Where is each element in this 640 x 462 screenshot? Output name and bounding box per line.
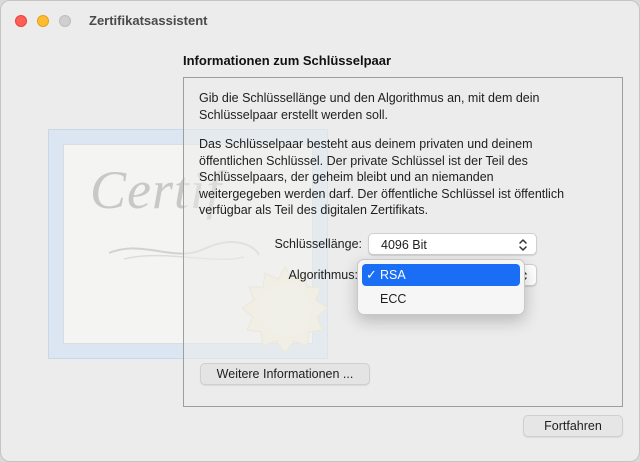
algorithm-label: Algorithmus: <box>288 268 358 282</box>
intro-line: Schlüsselpaar erstellt werden soll. <box>199 107 388 122</box>
window-title: Zertifikatsassistent <box>89 13 208 28</box>
menu-item-label: ECC <box>380 292 407 306</box>
close-window-button[interactable] <box>15 15 27 27</box>
explanation-line: öffentlichen Schlüssel. Der private Schl… <box>199 153 528 168</box>
section-title: Informationen zum Schlüsselpaar <box>183 53 392 68</box>
intro-line: Gib die Schlüssellänge und den Algorithm… <box>199 91 540 105</box>
zoom-window-button[interactable] <box>59 15 71 27</box>
menu-item-rsa[interactable]: ✓ RSA <box>362 264 520 286</box>
continue-button[interactable]: Fortfahren <box>523 415 623 437</box>
key-length-label: Schlüssellänge: <box>274 237 362 251</box>
explanation-line: Das Schlüsselpaar besteht aus deinem pri… <box>199 137 533 151</box>
checkmark-icon: ✓ <box>366 267 377 282</box>
explanation-paragraph: Das Schlüsselpaar besteht aus deinem pri… <box>199 136 609 219</box>
key-length-value: 4096 Bit <box>381 238 427 252</box>
minimize-window-button[interactable] <box>37 15 49 27</box>
explanation-line: Schlüsselpaars, der geheim bleibt und an… <box>199 170 494 184</box>
chevron-updown-icon <box>519 239 527 251</box>
intro-paragraph: Gib die Schlüssellänge und den Algorithm… <box>199 90 609 123</box>
content-panel: Gib die Schlüssellänge und den Algorithm… <box>183 77 623 407</box>
assistant-window: Zertifikatsassistent Certif Informatione… <box>0 0 640 462</box>
key-length-select[interactable]: 4096 Bit <box>368 233 537 255</box>
explanation-line: verfügbar als Teil des digitalen Zertifi… <box>199 203 429 217</box>
menu-item-ecc[interactable]: ECC <box>362 288 520 310</box>
title-bar: Zertifikatsassistent <box>1 1 639 41</box>
explanation-line: weitergegeben werden darf. Der öffentlic… <box>199 186 565 201</box>
menu-item-label: RSA <box>380 268 406 282</box>
more-info-button[interactable]: Weitere Informationen ... <box>200 363 370 385</box>
algorithm-dropdown-menu: ✓ RSA ECC <box>357 259 525 315</box>
